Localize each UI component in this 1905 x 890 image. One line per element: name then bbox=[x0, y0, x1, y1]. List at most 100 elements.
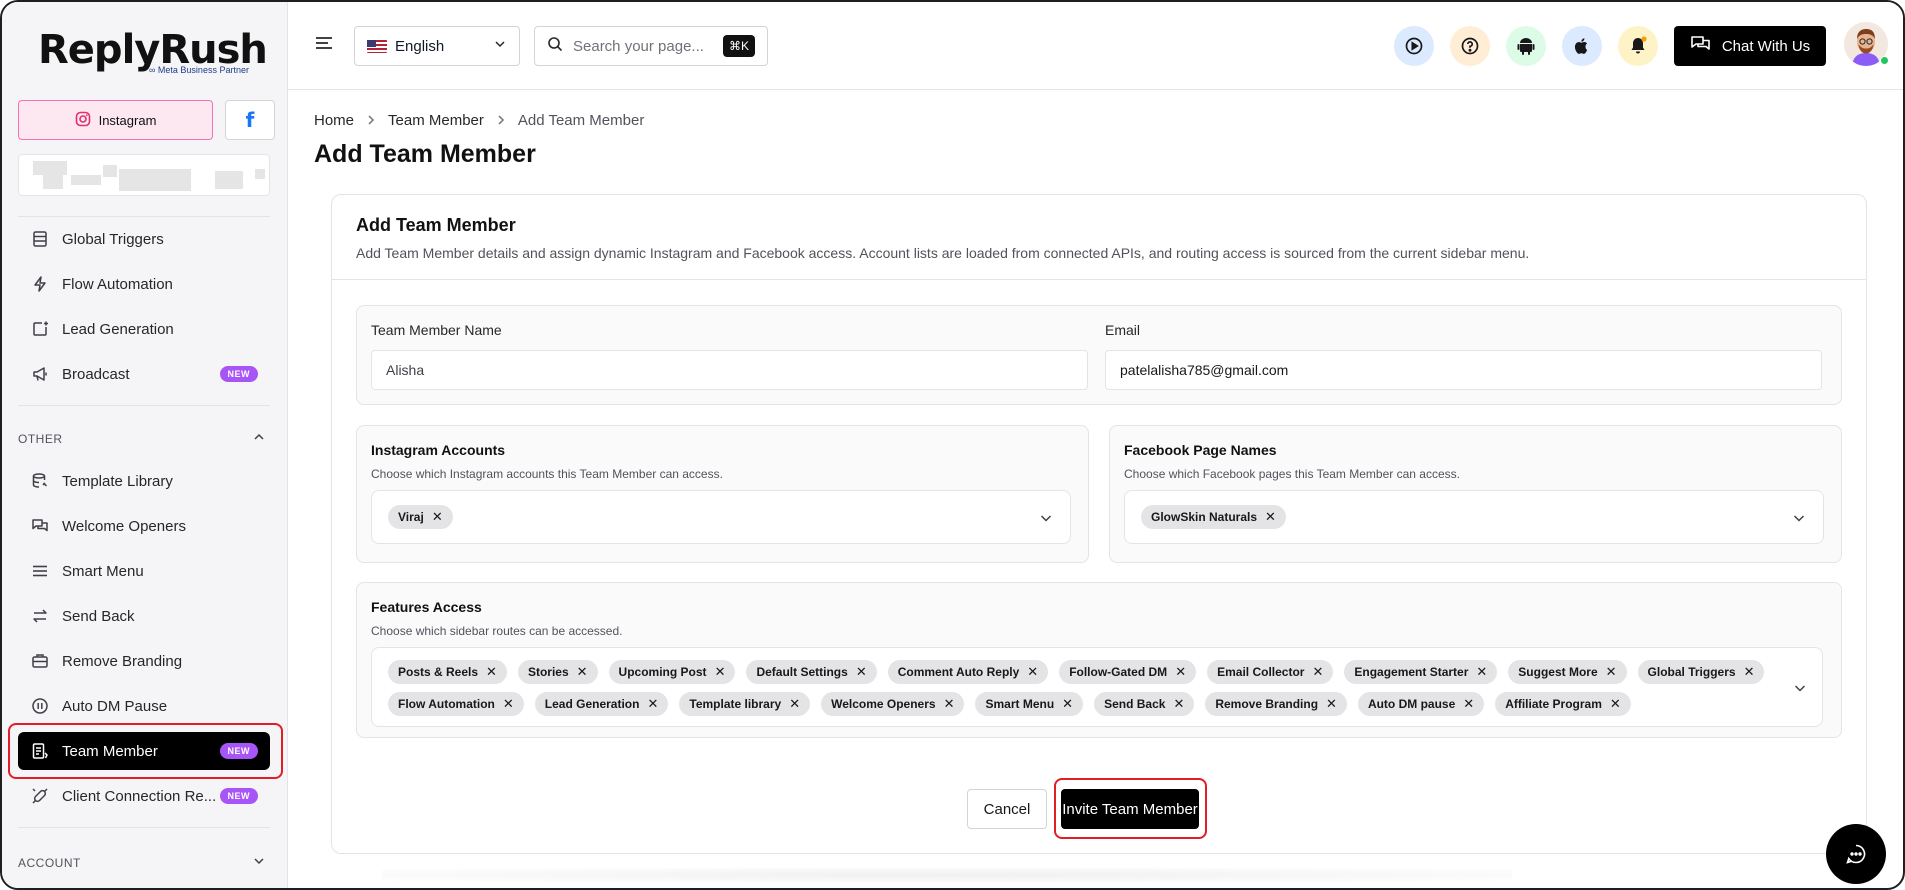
sidebar-item-lead-generation[interactable]: Lead Generation bbox=[18, 310, 270, 348]
sidebar-item-welcome-openers[interactable]: Welcome Openers bbox=[18, 507, 270, 545]
sidebar: ReplyRush ∞ Meta Business Partner Instag… bbox=[2, 2, 288, 888]
remove-chip-icon[interactable]: ✕ bbox=[789, 696, 800, 712]
chevron-down-icon bbox=[252, 854, 266, 871]
search-shortcut: ⌘K bbox=[722, 35, 755, 57]
instagram-tab[interactable]: Instagram bbox=[18, 100, 213, 140]
brand-logo[interactable]: ReplyRush ∞ Meta Business Partner bbox=[38, 28, 268, 75]
menu-toggle-button[interactable] bbox=[314, 34, 334, 57]
chip-label: Posts & Reels bbox=[398, 665, 479, 679]
facebook-tab[interactable]: f bbox=[225, 100, 275, 140]
remove-chip-icon[interactable]: ✕ bbox=[856, 664, 867, 680]
help-button[interactable] bbox=[1450, 26, 1490, 66]
sidebar-item-smart-menu[interactable]: Smart Menu bbox=[18, 552, 270, 590]
redacted-block bbox=[103, 165, 117, 177]
remove-chip-icon[interactable]: ✕ bbox=[1476, 664, 1487, 680]
sidebar-item-flow-automation[interactable]: Flow Automation bbox=[18, 265, 270, 303]
features-access-select[interactable]: Posts & Reels ✕ Stories ✕ Upcoming Post ✕ Defa… bbox=[371, 647, 1823, 727]
chat-support-button[interactable] bbox=[1826, 824, 1886, 884]
remove-chip-icon[interactable]: ✕ bbox=[1744, 664, 1755, 680]
search-placeholder: Search your page... bbox=[573, 37, 704, 55]
breadcrumb-current: Add Team Member bbox=[517, 112, 645, 129]
sidebar-section-other[interactable]: OTHER bbox=[18, 430, 270, 447]
redacted-block bbox=[71, 175, 101, 185]
breadcrumb-team-member[interactable]: Team Member bbox=[388, 112, 484, 129]
facebook-icon: f bbox=[245, 108, 255, 132]
chip-label: Comment Auto Reply bbox=[897, 665, 1020, 679]
instagram-accounts-select[interactable]: Viraj ✕ bbox=[371, 490, 1071, 544]
sidebar-item-send-back[interactable]: Send Back bbox=[18, 597, 270, 635]
facebook-pages-panel: Facebook Page Names Choose which Faceboo… bbox=[1109, 425, 1842, 563]
remove-chip-icon[interactable]: ✕ bbox=[1610, 696, 1621, 712]
hamburger-icon bbox=[316, 37, 332, 49]
ios-app-button[interactable] bbox=[1562, 26, 1602, 66]
redacted-block bbox=[33, 161, 67, 175]
chevron-down-icon[interactable] bbox=[1038, 510, 1054, 531]
chip-label: Email Collector bbox=[1217, 665, 1305, 679]
notifications-button[interactable] bbox=[1618, 26, 1658, 66]
remove-chip-icon[interactable]: ✕ bbox=[715, 664, 726, 680]
sidebar-item-label: Flow Automation bbox=[62, 275, 173, 293]
chevron-down-icon[interactable] bbox=[1792, 680, 1808, 701]
remove-chip-icon[interactable]: ✕ bbox=[577, 664, 588, 680]
sidebar-item-global-triggers[interactable]: Global Triggers bbox=[18, 220, 270, 258]
sidebar-item-label: Global Triggers bbox=[62, 230, 164, 248]
language-select[interactable]: English bbox=[354, 26, 520, 66]
remove-chip-icon[interactable]: ✕ bbox=[503, 696, 514, 712]
remove-chip-icon[interactable]: ✕ bbox=[1265, 509, 1276, 525]
selected-chip: GlowSkin Naturals ✕ bbox=[1141, 505, 1286, 529]
facebook-pages-select[interactable]: GlowSkin Naturals ✕ bbox=[1124, 490, 1824, 544]
sidebar-item-client-connection[interactable]: Client Connection Re... NEW bbox=[18, 777, 270, 815]
remove-chip-icon[interactable]: ✕ bbox=[1175, 664, 1186, 680]
remove-chip-icon[interactable]: ✕ bbox=[486, 664, 497, 680]
global-triggers-icon bbox=[30, 229, 50, 249]
language-value: English bbox=[395, 37, 445, 55]
message-circle-icon bbox=[1846, 844, 1866, 864]
us-flag-icon bbox=[367, 39, 387, 53]
chip-label: GlowSkin Naturals bbox=[1151, 510, 1258, 524]
sidebar-item-label: Welcome Openers bbox=[62, 517, 186, 535]
sidebar-section-account[interactable]: ACCOUNT bbox=[18, 854, 270, 871]
account-selector[interactable] bbox=[18, 154, 270, 196]
team-member-highlight bbox=[8, 723, 283, 779]
search-input[interactable]: Search your page... ⌘K bbox=[534, 26, 768, 66]
selected-chip: Lead Generation ✕ bbox=[534, 692, 669, 716]
redacted-block bbox=[43, 175, 63, 189]
plug-icon bbox=[30, 786, 50, 806]
remove-chip-icon[interactable]: ✕ bbox=[944, 696, 955, 712]
redacted-block bbox=[255, 169, 265, 179]
remove-chip-icon[interactable]: ✕ bbox=[647, 696, 658, 712]
chip-label: Flow Automation bbox=[398, 697, 495, 711]
sidebar-item-template-library[interactable]: Template Library bbox=[18, 462, 270, 500]
cancel-button[interactable]: Cancel bbox=[967, 789, 1047, 829]
chip-label: Remove Branding bbox=[1215, 697, 1319, 711]
sidebar-item-broadcast[interactable]: Broadcast NEW bbox=[18, 355, 270, 393]
chip-label: Affiliate Program bbox=[1505, 697, 1602, 711]
remove-chip-icon[interactable]: ✕ bbox=[432, 509, 443, 525]
remove-chip-icon[interactable]: ✕ bbox=[1062, 696, 1073, 712]
sidebar-item-auto-dm-pause[interactable]: Auto DM Pause bbox=[18, 687, 270, 725]
breadcrumb-home[interactable]: Home bbox=[314, 112, 354, 129]
android-app-button[interactable] bbox=[1506, 26, 1546, 66]
sidebar-item-remove-branding[interactable]: Remove Branding bbox=[18, 642, 270, 680]
remove-chip-icon[interactable]: ✕ bbox=[1173, 696, 1184, 712]
android-icon bbox=[1517, 38, 1535, 55]
video-tutorial-button[interactable] bbox=[1394, 26, 1434, 66]
chat-with-us-button[interactable]: Chat With Us bbox=[1674, 26, 1826, 66]
remove-chip-icon[interactable]: ✕ bbox=[1326, 696, 1337, 712]
chip-label: Upcoming Post bbox=[618, 665, 707, 679]
chevron-down-icon[interactable] bbox=[1791, 510, 1807, 531]
facebook-chips: GlowSkin Naturals ✕ bbox=[1141, 505, 1286, 529]
team-member-name-input[interactable]: Alisha bbox=[371, 350, 1088, 390]
chevron-right-icon bbox=[496, 112, 506, 129]
question-icon bbox=[1461, 37, 1479, 55]
chip-label: Suggest More bbox=[1518, 665, 1598, 679]
selected-chip: Comment Auto Reply ✕ bbox=[887, 660, 1049, 684]
remove-chip-icon[interactable]: ✕ bbox=[1027, 664, 1038, 680]
chip-label: Global Triggers bbox=[1647, 665, 1736, 679]
remove-chip-icon[interactable]: ✕ bbox=[1312, 664, 1323, 680]
email-field[interactable]: patelalisha785@gmail.com bbox=[1105, 350, 1822, 390]
name-value: Alisha bbox=[386, 362, 425, 378]
remove-chip-icon[interactable]: ✕ bbox=[1606, 664, 1617, 680]
remove-chip-icon[interactable]: ✕ bbox=[1463, 696, 1474, 712]
lead-generation-icon bbox=[30, 319, 50, 339]
